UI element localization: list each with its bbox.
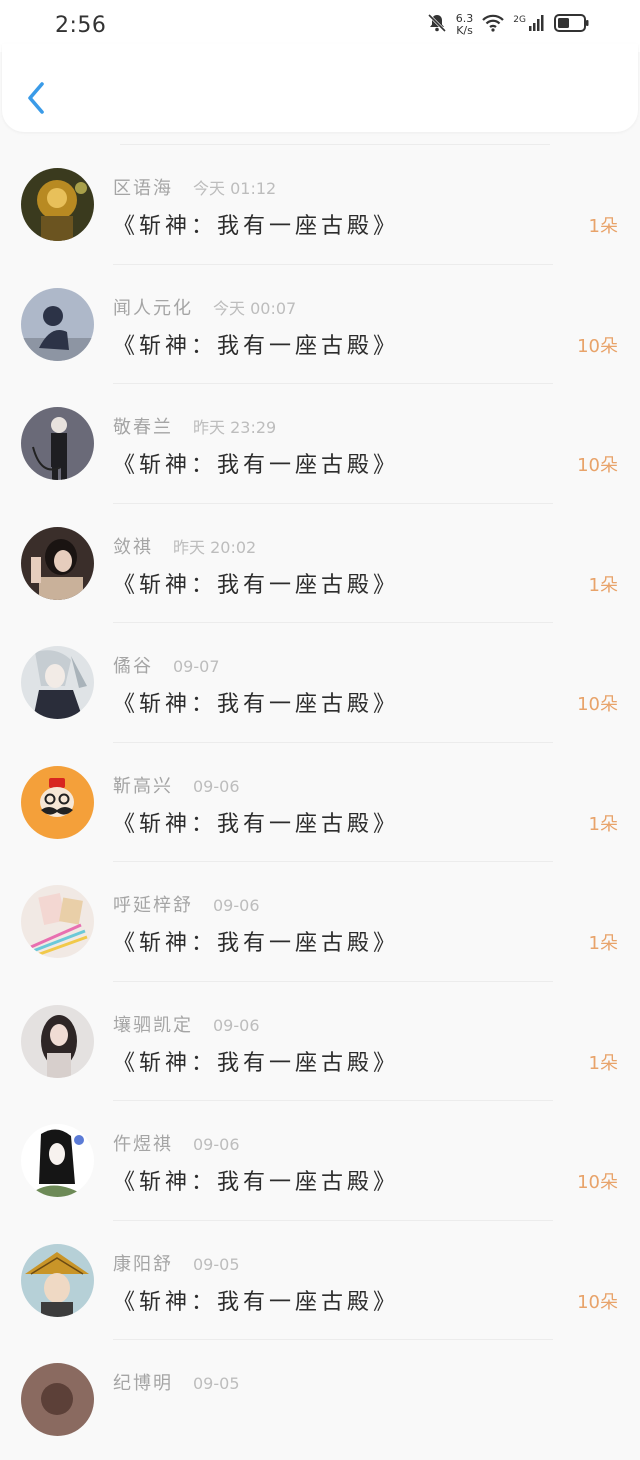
avatar[interactable]: [21, 407, 94, 480]
avatar[interactable]: [21, 526, 94, 600]
back-arrow-icon: [28, 82, 44, 114]
list-item[interactable]: 敛祺 昨天 20:02 《斩神：我有一座古殿》 1朵: [0, 504, 640, 623]
user-name: 僪谷: [113, 656, 153, 677]
reward-time: 昨天 20:02: [173, 537, 257, 557]
list-item[interactable]: 仵煜祺 09-06 《斩神：我有一座古殿》 10朵: [0, 1101, 640, 1221]
signal-icon: [528, 14, 546, 36]
list-item[interactable]: 康阳舒 09-05 《斩神：我有一座古殿》 10朵: [0, 1221, 640, 1340]
user-name: 敬春兰: [113, 417, 173, 438]
avatar[interactable]: [21, 1243, 94, 1317]
reward-time: 09-05: [193, 1254, 240, 1274]
reward-amount: 10朵: [577, 455, 618, 476]
user-name: 敛祺: [113, 536, 153, 558]
reward-time: 今天 00:07: [213, 298, 297, 318]
book-title: 《斩神：我有一座古殿》: [113, 692, 400, 717]
reward-time: 09-06: [213, 1015, 260, 1035]
header-bar: [2, 44, 638, 132]
book-title: 《斩神：我有一座古殿》: [113, 453, 400, 478]
reward-amount: 10朵: [577, 1172, 618, 1193]
user-name: 呼延梓舒: [113, 895, 193, 916]
book-title: 《斩神：我有一座古殿》: [113, 811, 400, 837]
list-item[interactable]: 纪博明 09-05: [0, 1340, 640, 1460]
reward-time: 09-06: [193, 1135, 240, 1154]
reward-time: 今天 01:12: [193, 179, 277, 198]
reward-time: 昨天 23:29: [193, 418, 277, 437]
user-name: 闻人元化: [113, 297, 193, 319]
book-title: 《斩神：我有一座古殿》: [113, 1170, 400, 1195]
user-name: 壤驷凯定: [113, 1014, 193, 1036]
list-item[interactable]: 僪谷 09-07 《斩神：我有一座古殿》 10朵: [0, 623, 640, 743]
back-button[interactable]: [22, 78, 52, 118]
avatar[interactable]: [21, 885, 94, 958]
wifi-icon: [481, 13, 505, 37]
reward-time: 09-05: [193, 1374, 240, 1393]
book-title: 《斩神：我有一座古殿》: [113, 1050, 400, 1076]
list-item[interactable]: 闻人元化 今天 00:07 《斩神：我有一座古殿》 10朵: [0, 265, 640, 384]
avatar[interactable]: [21, 287, 94, 361]
list-item[interactable]: 敬春兰 昨天 23:29 《斩神：我有一座古殿》 10朵: [0, 384, 640, 504]
book-title: 《斩神：我有一座古殿》: [113, 931, 400, 956]
user-name: 纪博明: [113, 1373, 173, 1394]
status-icons: 6.3 K/s 2G: [426, 12, 590, 38]
reward-amount: 1朵: [588, 574, 618, 596]
reward-amount: 10朵: [577, 335, 618, 357]
reward-amount: 1朵: [588, 1052, 618, 1074]
reward-amount: 10朵: [577, 1291, 618, 1313]
network-speed: 6.3 K/s: [455, 12, 474, 37]
list-item[interactable]: 靳高兴 09-06 《斩神：我有一座古殿》 1朵: [0, 743, 640, 862]
book-title: 《斩神：我有一座古殿》: [113, 333, 400, 359]
reward-amount: 1朵: [588, 216, 618, 237]
reward-list: 区语海 今天 01:12 《斩神：我有一座古殿》 1朵 闻人元化 今天 00:0…: [0, 145, 640, 1460]
book-title: 《斩神：我有一座古殿》: [113, 214, 400, 239]
status-time: 2:56: [55, 13, 107, 38]
reward-time: 09-07: [173, 657, 220, 676]
reward-amount: 10朵: [577, 694, 618, 715]
avatar[interactable]: [21, 646, 94, 719]
reward-time: 09-06: [193, 776, 240, 796]
reward-time: 09-06: [213, 896, 260, 915]
user-name: 仵煜祺: [113, 1134, 173, 1155]
avatar[interactable]: [21, 1363, 94, 1436]
book-title: 《斩神：我有一座古殿》: [113, 572, 400, 598]
reward-amount: 1朵: [588, 813, 618, 835]
list-item[interactable]: 壤驷凯定 09-06 《斩神：我有一座古殿》 1朵: [0, 982, 640, 1101]
reward-amount: 1朵: [588, 933, 618, 954]
user-name: 区语海: [113, 178, 173, 199]
avatar[interactable]: [21, 1004, 94, 1078]
network-type: 2G: [513, 15, 526, 25]
list-item[interactable]: 区语海 今天 01:12 《斩神：我有一座古殿》 1朵: [0, 145, 640, 265]
user-name: 靳高兴: [113, 775, 173, 797]
avatar[interactable]: [21, 765, 94, 839]
battery-icon: [554, 13, 590, 37]
bell-muted-icon: [426, 12, 448, 38]
user-name: 康阳舒: [113, 1253, 173, 1275]
avatar[interactable]: [21, 168, 94, 241]
book-title: 《斩神：我有一座古殿》: [113, 1289, 400, 1315]
list-item[interactable]: 呼延梓舒 09-06 《斩神：我有一座古殿》 1朵: [0, 862, 640, 982]
avatar[interactable]: [21, 1124, 94, 1197]
